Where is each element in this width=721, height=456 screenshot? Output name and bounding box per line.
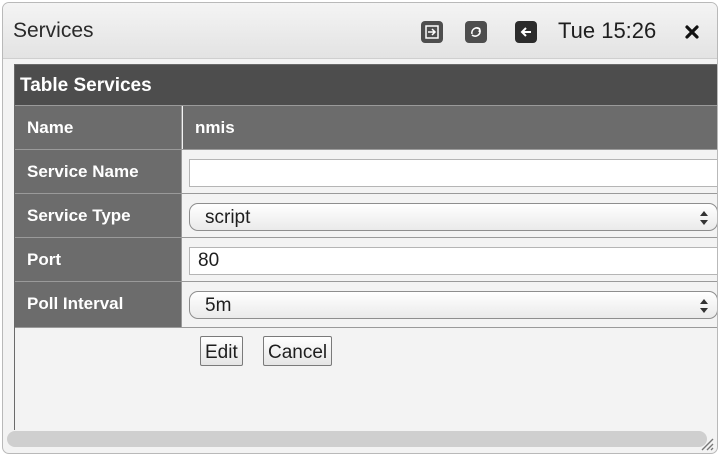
refresh-icon[interactable] [465, 21, 487, 43]
service-name-input[interactable] [189, 159, 717, 187]
name-label: Name [15, 106, 182, 149]
select-arrows-icon [700, 299, 708, 313]
port-label: Port [15, 238, 182, 281]
table-row-service-name: Service Name [15, 149, 717, 193]
horizontal-scrollbar[interactable] [7, 431, 707, 447]
close-icon[interactable] [681, 21, 703, 43]
services-table: Table Services Name nmis Service Name Se… [14, 64, 717, 431]
window-title: Services [13, 19, 94, 42]
back-arrow-icon[interactable] [515, 21, 537, 43]
service-type-select[interactable]: script [189, 203, 717, 231]
service-type-cell: script [183, 194, 717, 237]
table-row-poll-interval: Poll Interval 5m [15, 281, 717, 327]
service-name-cell [183, 150, 717, 193]
service-type-value: script [205, 207, 251, 228]
poll-interval-select[interactable]: 5m [189, 291, 717, 319]
table-row-name: Name nmis [15, 105, 717, 149]
edit-button[interactable]: Edit [200, 336, 243, 366]
clock: Tue 15:26 [558, 18, 657, 43]
resize-grip-icon[interactable] [698, 435, 714, 451]
name-value: nmis [183, 106, 717, 149]
form-actions: Edit Cancel [15, 327, 717, 431]
cancel-button[interactable]: Cancel [263, 336, 333, 366]
service-type-label: Service Type [15, 194, 182, 237]
port-cell [183, 238, 717, 281]
poll-interval-label: Poll Interval [15, 282, 182, 327]
table-title: Table Services [15, 65, 717, 105]
export-icon[interactable] [421, 21, 443, 43]
services-window: Services Tue 15:26 Table Services Name n… [2, 2, 718, 454]
port-input[interactable] [189, 247, 717, 275]
table-row-service-type: Service Type script [15, 193, 717, 237]
service-name-label: Service Name [15, 150, 182, 193]
select-arrows-icon [700, 211, 708, 225]
table-row-port: Port [15, 237, 717, 281]
poll-interval-cell: 5m [183, 282, 717, 327]
title-bar: Services Tue 15:26 [3, 3, 717, 59]
poll-interval-value: 5m [205, 295, 232, 316]
